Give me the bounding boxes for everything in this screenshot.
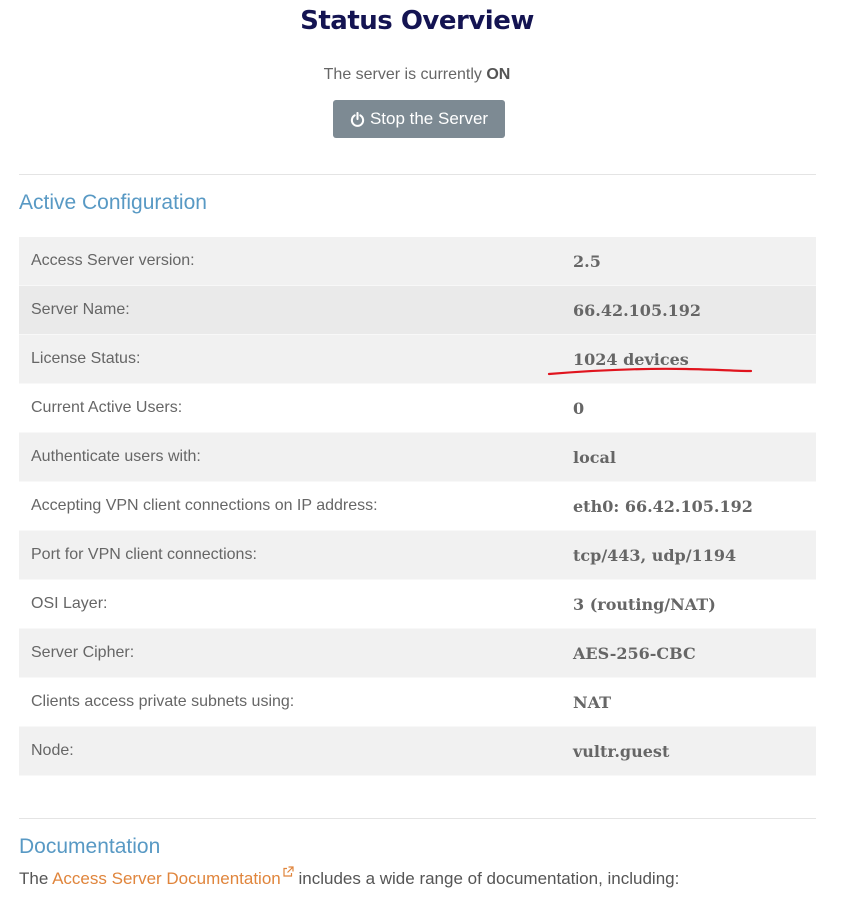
config-label: Accepting VPN client connections on IP a… bbox=[19, 481, 561, 531]
config-value: 1024 devices bbox=[561, 334, 816, 384]
config-label: Clients access private subnets using: bbox=[19, 677, 561, 727]
config-row: Server Name: 66.42.105.192 bbox=[19, 285, 816, 335]
config-label: Node: bbox=[19, 726, 561, 776]
documentation-text: The Access Server Documentation includes… bbox=[19, 866, 679, 889]
config-row: Clients access private subnets using: NAT bbox=[19, 677, 816, 727]
config-row: Port for VPN client connections: tcp/443,… bbox=[19, 530, 816, 580]
config-value: 3 (routing/NAT) bbox=[561, 579, 816, 629]
config-row: OSI Layer: 3 (routing/NAT) bbox=[19, 579, 816, 629]
config-value: 0 bbox=[561, 383, 816, 433]
config-row: Accepting VPN client connections on IP a… bbox=[19, 481, 816, 531]
config-label: Port for VPN client connections: bbox=[19, 530, 561, 580]
stop-server-label: Stop the Server bbox=[369, 109, 489, 128]
config-label: OSI Layer: bbox=[19, 579, 561, 629]
server-status-text: The server is currently ON bbox=[0, 66, 834, 84]
config-label: Access Server version: bbox=[19, 237, 561, 286]
config-label: License Status: bbox=[19, 334, 561, 384]
documentation-heading: Documentation bbox=[19, 835, 161, 858]
config-value: eth0: 66.42.105.192 bbox=[561, 481, 816, 531]
divider bbox=[19, 174, 816, 175]
doc-suffix: includes a wide range of documentation, … bbox=[298, 869, 680, 888]
config-label: Server Cipher: bbox=[19, 628, 561, 678]
configuration-table: Access Server version: 2.5 Server Name: 66.… bbox=[19, 237, 816, 776]
config-value: vultr.guest bbox=[561, 726, 816, 776]
config-row: License Status: 1024 devices bbox=[19, 334, 816, 384]
config-value: local bbox=[561, 432, 816, 482]
config-label: Server Name: bbox=[19, 285, 561, 335]
doc-link-label: Access Server Documentation bbox=[52, 869, 281, 888]
stop-server-button[interactable]: Stop the Server bbox=[333, 100, 505, 138]
config-label: Authenticate users with: bbox=[19, 432, 561, 482]
config-label: Current Active Users: bbox=[19, 383, 561, 433]
divider bbox=[19, 818, 816, 819]
config-row: Current Active Users: 0 bbox=[19, 383, 816, 433]
page-title: Status Overview bbox=[300, 6, 534, 36]
config-value: AES-256-CBC bbox=[561, 628, 816, 678]
config-row: Server Cipher: AES-256-CBC bbox=[19, 628, 816, 678]
config-value: 66.42.105.192 bbox=[561, 285, 816, 335]
config-value: 2.5 bbox=[561, 237, 816, 286]
power-icon bbox=[350, 111, 365, 127]
doc-prefix: The bbox=[19, 869, 49, 888]
config-value: NAT bbox=[561, 677, 816, 727]
config-row: Authenticate users with: local bbox=[19, 432, 816, 482]
config-row: Access Server version: 2.5 bbox=[19, 237, 816, 286]
config-row: Node: vultr.guest bbox=[19, 726, 816, 776]
active-configuration-heading: Active Configuration bbox=[19, 191, 207, 214]
access-server-documentation-link[interactable]: Access Server Documentation bbox=[52, 866, 294, 888]
external-link-icon bbox=[283, 866, 294, 877]
status-value: ON bbox=[486, 66, 511, 83]
status-prefix: The server is currently bbox=[323, 66, 482, 83]
config-value: tcp/443, udp/1194 bbox=[561, 530, 816, 580]
